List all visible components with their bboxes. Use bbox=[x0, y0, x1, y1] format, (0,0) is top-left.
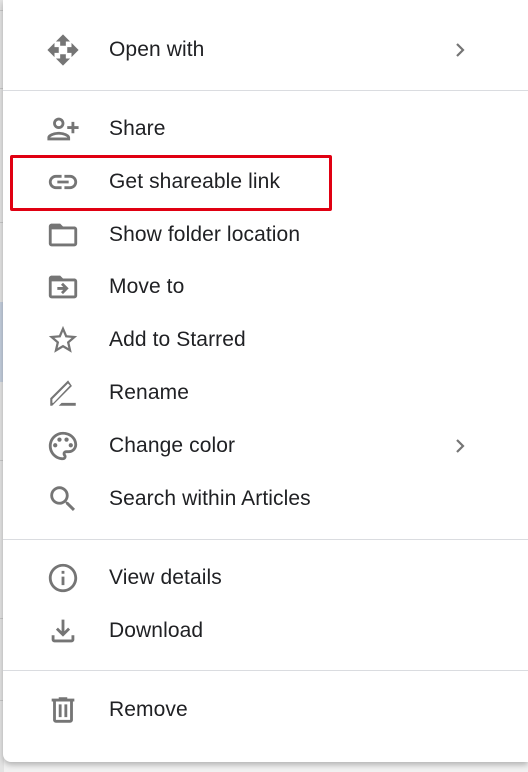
star-outline-icon bbox=[44, 321, 82, 359]
search-icon bbox=[44, 480, 82, 518]
menu-item-view-details[interactable]: View details bbox=[3, 552, 528, 604]
menu-item-search-within[interactable]: Search within Articles bbox=[3, 473, 528, 525]
link-icon bbox=[44, 163, 82, 201]
menu-item-label: Get shareable link bbox=[109, 170, 281, 193]
menu-item-label: Search within Articles bbox=[109, 487, 311, 510]
menu-item-share[interactable]: Share bbox=[3, 103, 528, 155]
menu-item-label: Rename bbox=[109, 381, 189, 404]
menu-divider bbox=[3, 539, 528, 540]
menu-item-show-folder-location[interactable]: Show folder location bbox=[3, 209, 528, 261]
download-icon bbox=[44, 612, 82, 650]
menu-item-open-with[interactable]: Open with bbox=[3, 24, 528, 76]
context-menu: Open with Share Get shareable link Show … bbox=[3, 0, 528, 762]
menu-item-label: View details bbox=[109, 566, 222, 589]
menu-item-label: Download bbox=[109, 619, 204, 642]
menu-item-download[interactable]: Download bbox=[3, 605, 528, 657]
move-to-folder-icon bbox=[44, 268, 82, 306]
menu-item-label: Show folder location bbox=[109, 223, 301, 246]
menu-item-change-color[interactable]: Change color bbox=[3, 420, 528, 472]
menu-item-label: Remove bbox=[109, 698, 188, 721]
menu-item-add-to-starred[interactable]: Add to Starred bbox=[3, 314, 528, 366]
menu-divider bbox=[3, 90, 528, 91]
menu-item-rename[interactable]: Rename bbox=[3, 367, 528, 419]
pencil-icon bbox=[44, 374, 82, 412]
menu-divider bbox=[3, 670, 528, 671]
chevron-right-icon bbox=[451, 436, 469, 456]
chevron-right-icon bbox=[451, 40, 469, 60]
menu-item-get-shareable-link[interactable]: Get shareable link bbox=[3, 156, 528, 208]
info-icon bbox=[44, 559, 82, 597]
menu-item-move-to[interactable]: Move to bbox=[3, 261, 528, 313]
trash-icon bbox=[44, 691, 82, 729]
menu-item-label: Share bbox=[109, 117, 166, 140]
folder-icon bbox=[44, 216, 82, 254]
menu-item-remove[interactable]: Remove bbox=[3, 684, 528, 736]
menu-item-label: Open with bbox=[109, 38, 205, 61]
menu-item-label: Change color bbox=[109, 434, 236, 457]
person-add-icon bbox=[44, 110, 82, 148]
menu-item-label: Add to Starred bbox=[109, 328, 246, 351]
palette-icon bbox=[44, 427, 82, 465]
open-with-icon bbox=[44, 31, 82, 69]
menu-item-label: Move to bbox=[109, 275, 185, 298]
